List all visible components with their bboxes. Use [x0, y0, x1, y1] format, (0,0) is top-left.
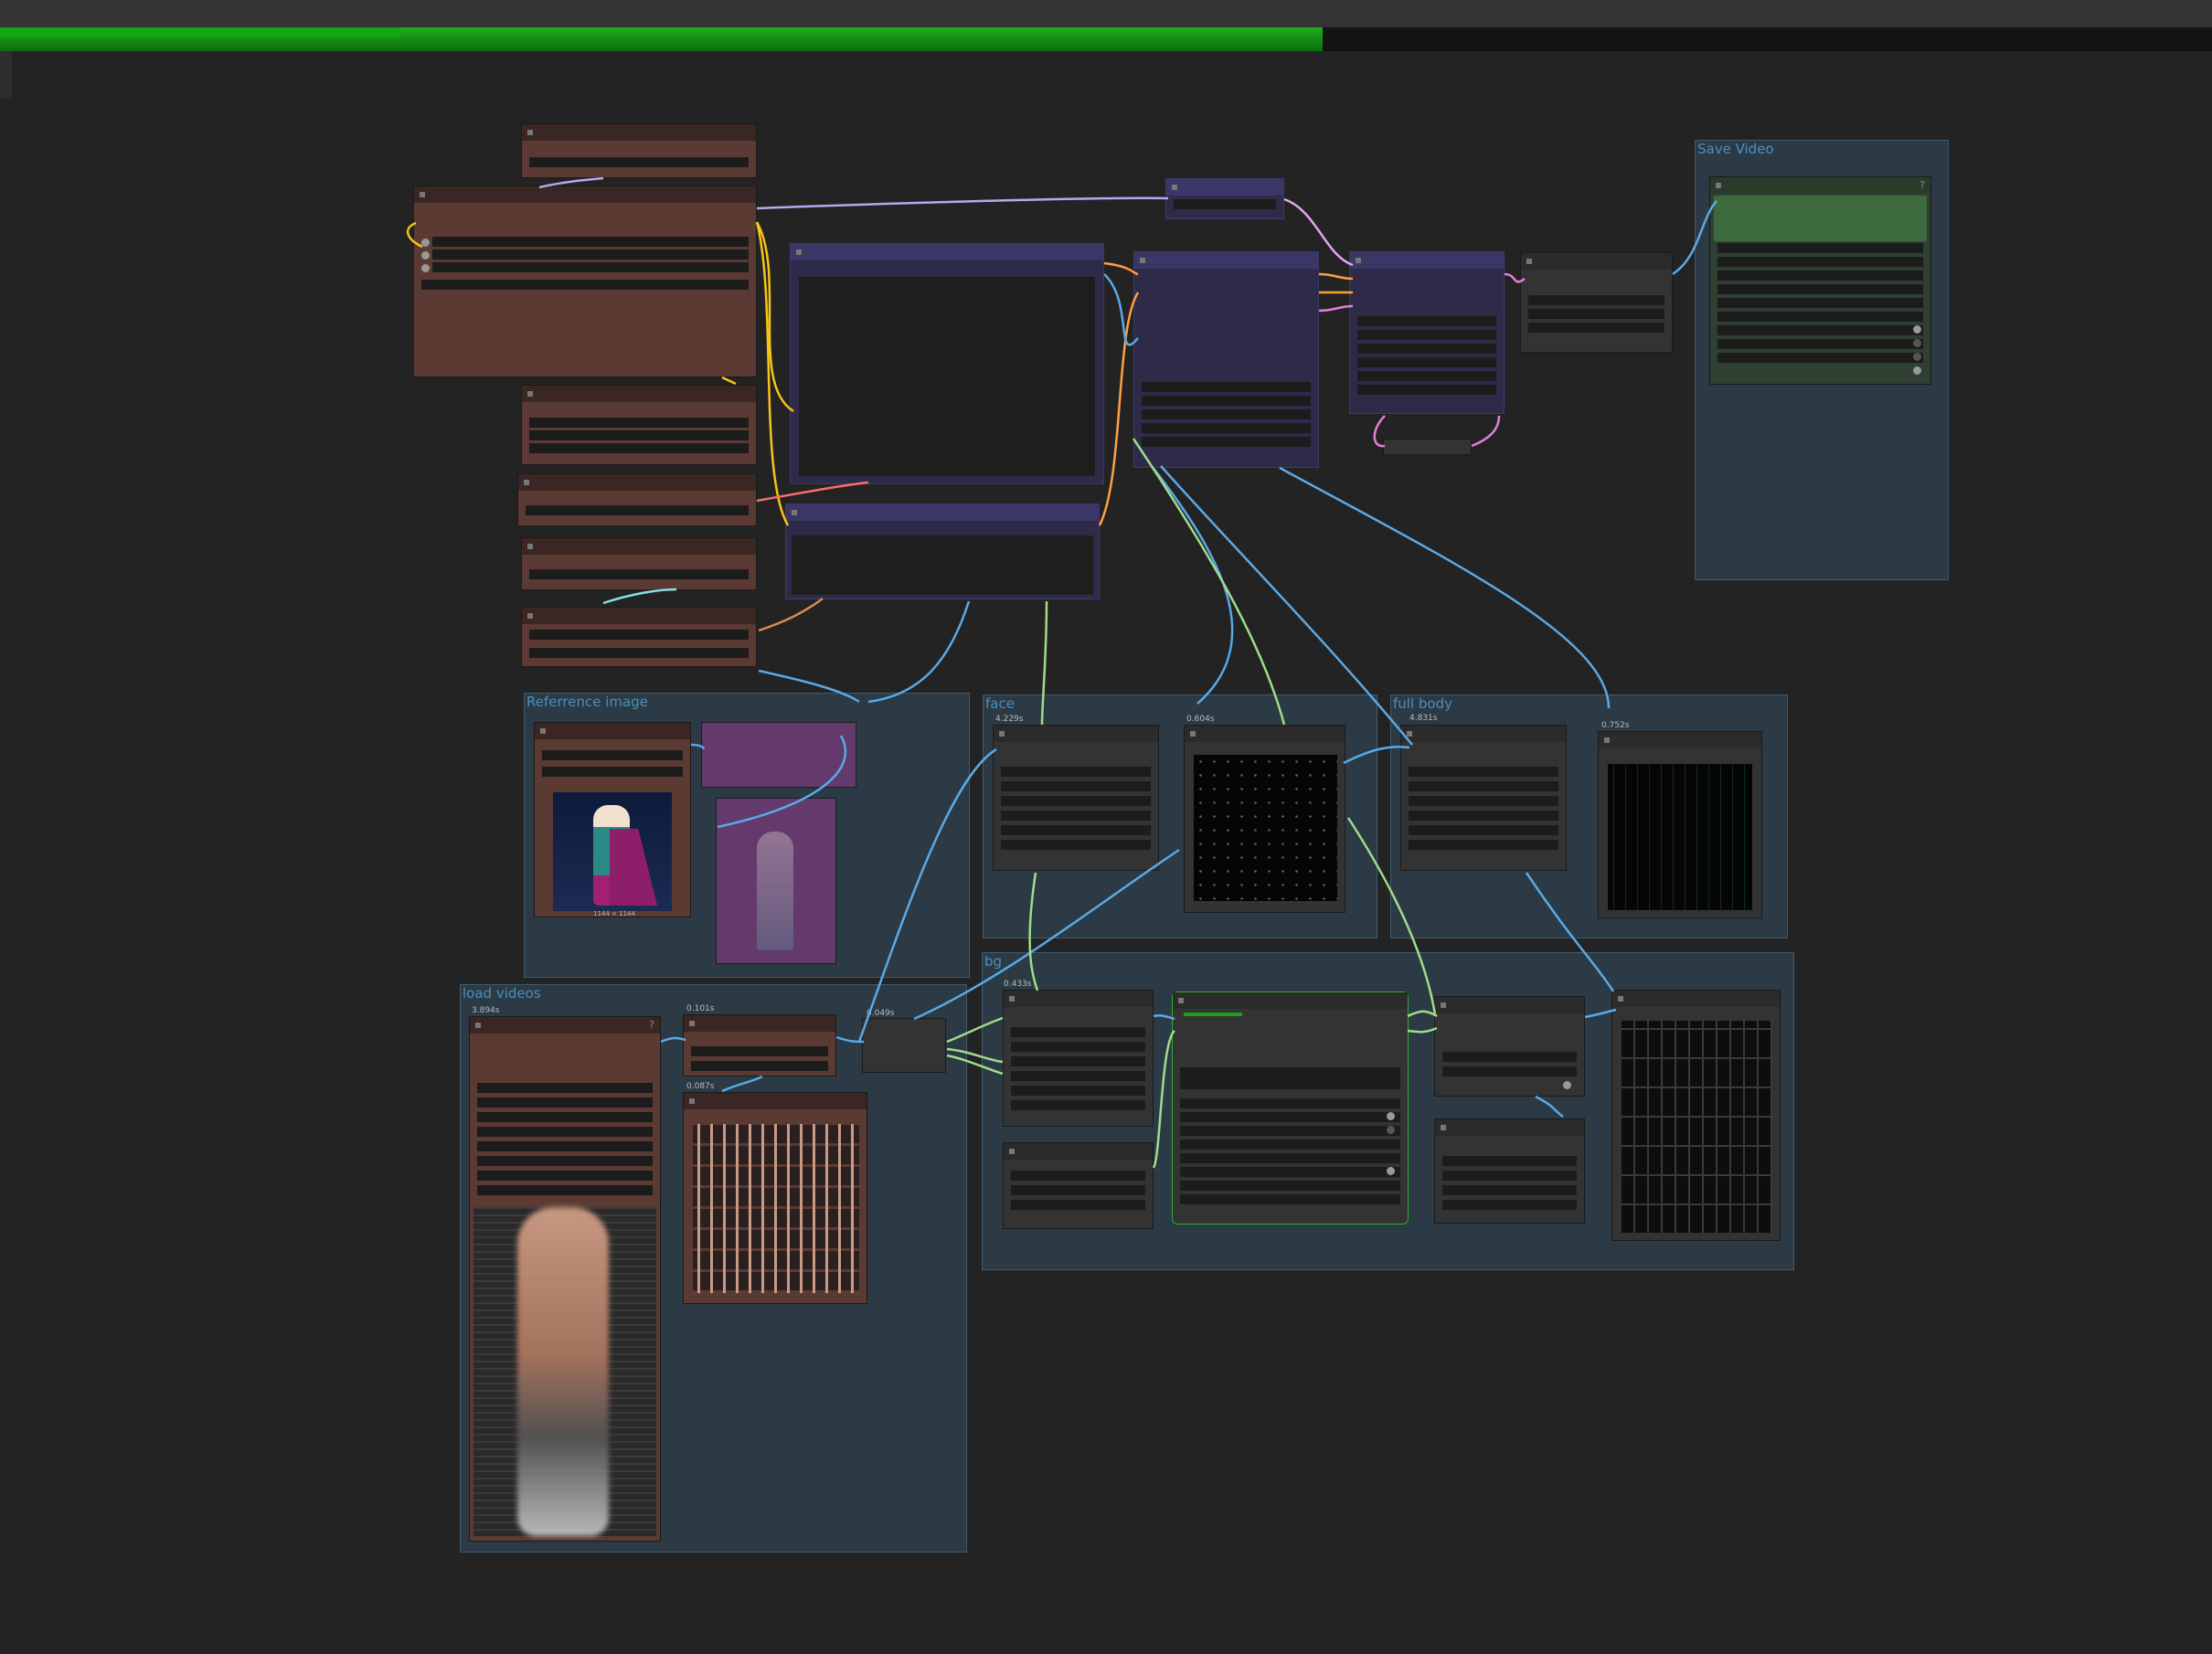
- wire: [406, 221, 423, 249]
- wire: [1098, 292, 1140, 526]
- node-graph-canvas[interactable]: Save Video Referrence image face full bo…: [0, 0, 2212, 1654]
- wire: [857, 747, 997, 1043]
- wire: [538, 176, 604, 189]
- wire: [602, 588, 677, 605]
- wire: [1283, 197, 1354, 267]
- wire: [1584, 1008, 1617, 1019]
- wire: [1028, 872, 1039, 991]
- wire: [1318, 272, 1354, 281]
- wire: [1471, 415, 1501, 448]
- wire: [1407, 1026, 1438, 1034]
- wire: [1343, 745, 1410, 765]
- wire: [717, 735, 847, 829]
- wire: [1373, 415, 1386, 448]
- wire: [1040, 600, 1048, 726]
- wire: [1152, 1030, 1175, 1169]
- wire: [721, 376, 737, 386]
- wire: [756, 196, 1169, 210]
- wire: [1279, 466, 1611, 709]
- wire: [1103, 273, 1139, 346]
- wire: [946, 1054, 1004, 1076]
- wire: [1318, 304, 1354, 313]
- wire: [660, 1036, 686, 1044]
- wire: [1504, 272, 1526, 283]
- wire: [690, 743, 706, 750]
- wire: [1407, 1010, 1438, 1018]
- wire: [1672, 200, 1717, 276]
- wire: [946, 1016, 1004, 1044]
- wire: [758, 669, 860, 704]
- wire: [1132, 438, 1286, 726]
- wire: [867, 600, 971, 704]
- wire: [1346, 817, 1437, 1015]
- wire: [756, 481, 869, 503]
- wire: [1153, 1013, 1175, 1021]
- wire: [1535, 1095, 1564, 1119]
- wire: [1525, 872, 1615, 992]
- wire: [1103, 261, 1139, 276]
- wire: [758, 597, 824, 632]
- connection-wires: [406, 176, 1717, 1169]
- wire: [721, 1075, 763, 1093]
- wire: [913, 848, 1180, 1021]
- wire: [946, 1047, 1004, 1064]
